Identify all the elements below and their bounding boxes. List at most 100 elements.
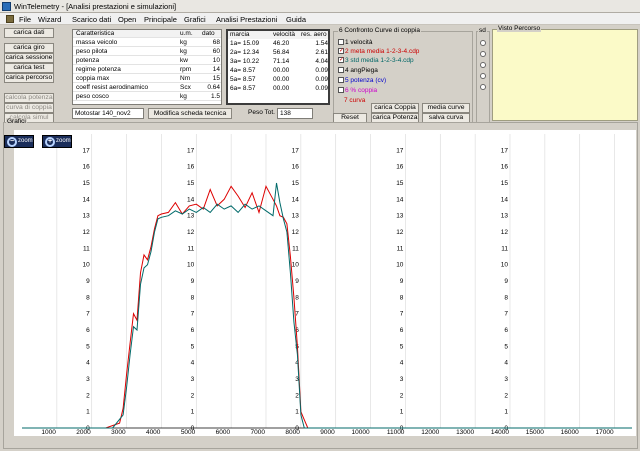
table-row[interactable]: massa veicolo kg 68 bbox=[73, 39, 221, 48]
visto-percorso-panel: Visto Percorso bbox=[492, 25, 638, 121]
checkbox-meta-media[interactable]: ✓ 2 meta media 1-2-3-4.cdp bbox=[338, 47, 438, 56]
spec-cell[interactable]: 15 bbox=[202, 75, 220, 83]
y-tick-label: 0 bbox=[295, 425, 299, 432]
y-tick-label: 8 bbox=[86, 294, 90, 301]
carica-sessione-button[interactable]: carica sessione bbox=[4, 53, 54, 63]
checkmark-icon[interactable]: ✓ bbox=[338, 48, 344, 54]
y-tick-label: 6 bbox=[504, 327, 508, 334]
y-tick-label: 7 bbox=[86, 311, 90, 318]
radio-button[interactable] bbox=[480, 73, 486, 79]
table-row[interactable]: peso pilota kg 60 bbox=[73, 48, 221, 57]
zoom-in-icon: + bbox=[45, 137, 55, 147]
system-menu-icon[interactable] bbox=[6, 15, 14, 23]
table-row[interactable]: 4a= 8.57 00.00 0.09 bbox=[228, 67, 328, 75]
checkbox-potenza[interactable]: 5 potenza (cv) bbox=[338, 76, 438, 85]
menu-bar: File Wizard Scarico dati Open Principale… bbox=[0, 13, 640, 25]
table-row[interactable]: regime potenza rpm 14 bbox=[73, 66, 221, 75]
visto-percorso-label: Visto Percorso bbox=[497, 25, 542, 32]
carica-giro-button[interactable]: carica giro bbox=[4, 43, 54, 53]
table-row[interactable]: peso cosco kg 1.5 bbox=[73, 93, 221, 102]
table-row[interactable]: 6a= 8.57 00.00 0.09 bbox=[228, 85, 328, 93]
y-tick-label: 11 bbox=[83, 245, 90, 252]
carica-dati-button[interactable]: carica dati bbox=[4, 28, 54, 38]
app-icon bbox=[2, 2, 11, 11]
table-row[interactable]: 5a= 8.57 00.00 0.09 bbox=[228, 76, 328, 84]
table-row[interactable]: coeff resist aerodinamico Scx 0.64 bbox=[73, 84, 221, 93]
checkbox-label: 1 velocità bbox=[345, 39, 373, 46]
y-tick-label: 15 bbox=[396, 180, 404, 187]
y-tick-label: 7 bbox=[400, 311, 404, 318]
gear-cell: 2.61 bbox=[315, 49, 328, 56]
checkbox-box[interactable] bbox=[338, 77, 344, 83]
curva-di-coppia-button[interactable]: curva di coppia bbox=[4, 103, 54, 113]
menu-wizard[interactable]: Wizard bbox=[38, 15, 61, 24]
table-row[interactable]: 1a= 15.09 46.20 1.54 bbox=[228, 40, 328, 48]
y-tick-label: 17 bbox=[396, 147, 404, 154]
spec-cell: kg bbox=[180, 93, 187, 100]
menu-scarico-dati[interactable]: Scarico dati bbox=[72, 15, 111, 24]
zoom-in-label: zoom bbox=[56, 138, 71, 144]
gear-table-header: marcia velocità res. aero bbox=[228, 31, 328, 40]
table-row[interactable]: 3a= 10.22 71.14 4.04 bbox=[228, 58, 328, 66]
checkbox-box[interactable] bbox=[338, 87, 344, 93]
carica-percorso-button[interactable]: carica percorso bbox=[4, 73, 54, 83]
checkbox-box[interactable] bbox=[338, 39, 344, 45]
y-tick-label: 12 bbox=[292, 229, 300, 236]
torque-chart[interactable]: 1000 2000 3000 4000 5000 6000 7000 8000 9000 1000… bbox=[14, 130, 636, 436]
checkbox-velocita[interactable]: 1 velocità bbox=[338, 38, 438, 47]
table-row[interactable]: 2a= 12.34 56.84 2.61 bbox=[228, 49, 328, 57]
menu-open[interactable]: Open bbox=[118, 15, 136, 24]
checkbox-label: 3 std media 1-2-3-4.cdp bbox=[345, 57, 414, 64]
y-tick-label: 8 bbox=[295, 294, 299, 301]
gear-cell: 56.84 bbox=[273, 49, 290, 56]
menu-principale[interactable]: Principale bbox=[144, 15, 177, 24]
calcola-potenza-button[interactable]: calcola potenza bbox=[4, 93, 54, 103]
carica-coppia-button[interactable]: carica Coppia bbox=[371, 103, 419, 113]
x-tick-label: 16000 bbox=[561, 429, 579, 436]
table-row[interactable]: potenza kw 10 bbox=[73, 57, 221, 66]
checkbox-box[interactable] bbox=[338, 67, 344, 73]
x-tick-label: 3000 bbox=[111, 429, 126, 436]
checkbox-std-media[interactable]: ✓ 3 std media 1-2-3-4.cdp bbox=[338, 56, 438, 65]
y-tick-label: 1 bbox=[86, 409, 90, 416]
y-tick-label: 11 bbox=[292, 245, 299, 252]
checkbox-coppia-percent[interactable]: 6 % coppia bbox=[338, 86, 438, 95]
x-tick-label: 10000 bbox=[351, 429, 369, 436]
menu-grafici[interactable]: Grafici bbox=[184, 15, 206, 24]
spec-cell[interactable]: 10 bbox=[202, 57, 220, 65]
menu-guida[interactable]: Guida bbox=[286, 15, 306, 24]
spec-cell[interactable]: 1.5 bbox=[202, 93, 220, 101]
y-tick-label: 0 bbox=[191, 425, 195, 432]
spec-cell[interactable]: 68 bbox=[202, 39, 220, 47]
radio-button[interactable] bbox=[480, 40, 486, 46]
zoom-in-button[interactable]: + zoom bbox=[42, 135, 72, 148]
checkmark-icon[interactable]: ✓ bbox=[338, 57, 344, 63]
y-tick-label: 14 bbox=[292, 196, 300, 203]
radio-button[interactable] bbox=[480, 62, 486, 68]
y-tick-label: 11 bbox=[501, 245, 508, 252]
menu-file[interactable]: File bbox=[19, 15, 31, 24]
y-tick-label: 8 bbox=[191, 294, 195, 301]
gear-cell: 46.20 bbox=[273, 40, 290, 47]
y-tick-label: 10 bbox=[187, 262, 195, 269]
spec-cell[interactable]: 0.64 bbox=[202, 84, 220, 92]
spec-cell[interactable]: 14 bbox=[202, 66, 220, 74]
carica-test-button[interactable]: carica test bbox=[4, 63, 54, 73]
modifica-scheda-tecnica-button[interactable]: Modifica scheda tecnica bbox=[148, 108, 232, 119]
y-tick-label: 12 bbox=[82, 229, 90, 236]
y-tick-label: 12 bbox=[396, 229, 404, 236]
checkbox-angpiega[interactable]: 4 angPiega bbox=[338, 66, 438, 75]
spec-cell: kw bbox=[180, 57, 188, 64]
zoom-out-button[interactable]: − zoom bbox=[4, 135, 34, 148]
radio-button[interactable] bbox=[480, 84, 486, 90]
peso-tot-input[interactable]: 138 bbox=[277, 108, 313, 119]
model-input[interactable]: Motostar 140_nov2 bbox=[72, 108, 144, 119]
media-curve-button[interactable]: media curve bbox=[422, 103, 470, 113]
menu-analisi-prestazioni[interactable]: Analisi Prestazioni bbox=[216, 15, 277, 24]
table-row[interactable]: coppia max Nm 15 bbox=[73, 75, 221, 84]
gear-header-res-aero: res. aero bbox=[301, 31, 327, 38]
spec-cell: peso cosco bbox=[76, 93, 109, 100]
y-tick-label: 11 bbox=[397, 245, 404, 252]
spec-cell[interactable]: 60 bbox=[202, 48, 220, 56]
radio-button[interactable] bbox=[480, 51, 486, 57]
